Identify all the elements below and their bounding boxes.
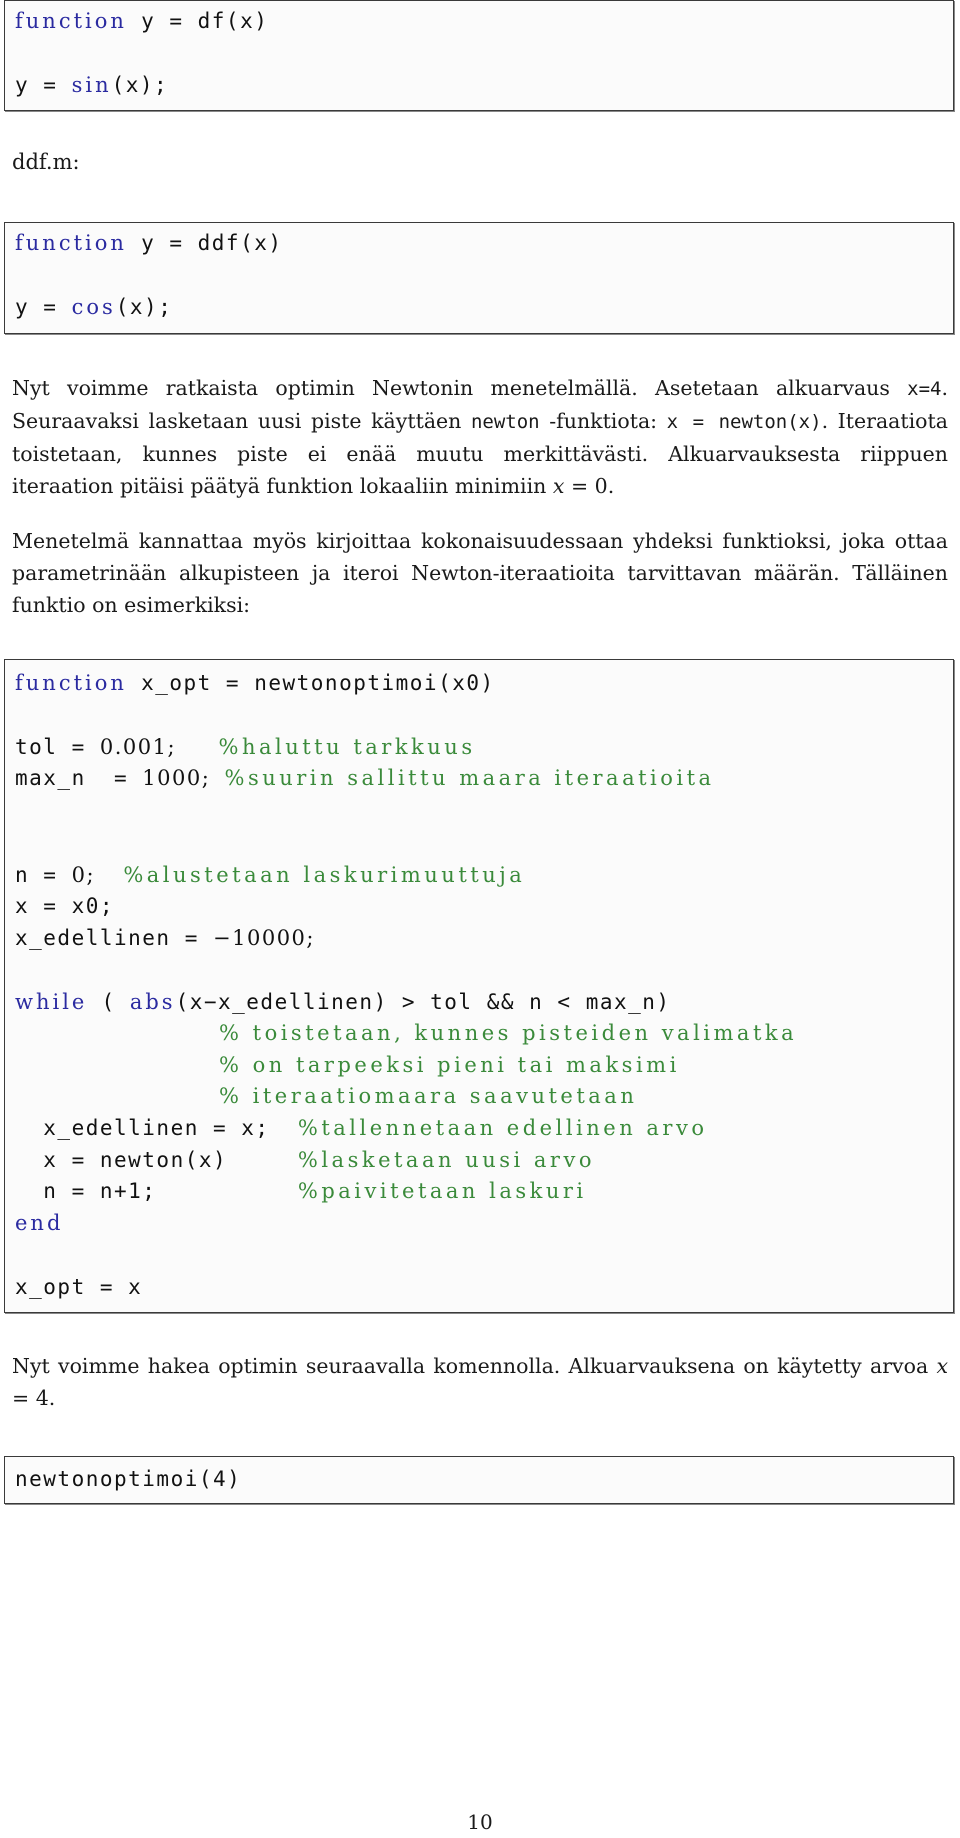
code-text: y = ddf(x): [126, 231, 283, 255]
code-line: y = sin(x);: [15, 73, 168, 97]
comment: %haluttu tarkkuus: [218, 735, 476, 759]
code-line: y = cos(x);: [15, 295, 172, 319]
code-line: newtonoptimoi(4): [15, 1467, 242, 1491]
number: 0;: [71, 863, 96, 887]
code-text: (: [87, 990, 130, 1014]
inline-code: x=4: [907, 378, 942, 400]
keyword: cos: [71, 295, 116, 319]
code-block-ddf: function y = ddf(x) y = cos(x);: [4, 222, 954, 334]
keyword: abs: [129, 990, 176, 1014]
code-line: % on tarpeeksi pieni tai maksimi: [219, 1053, 680, 1077]
number: 0.001;: [99, 735, 177, 759]
comment: %alustetaan laskurimuuttuja: [123, 863, 526, 887]
code-line: % toistetaan, kunnes pisteiden valimatka: [219, 1021, 797, 1045]
keyword: sin: [71, 73, 112, 97]
code-text: (x−x_edellinen) > tol && n < max_n): [175, 990, 671, 1014]
comment: % on tarpeeksi pieni tai maksimi: [219, 1053, 680, 1077]
code-text: (x);: [115, 295, 173, 319]
paragraph-function-intro: Menetelmä kannattaa myös kirjoittaa koko…: [12, 529, 948, 617]
file-label-ddf: ddf.m:: [12, 150, 80, 174]
paragraph-usage: Nyt voimme hakea optimin seuraavalla kom…: [12, 1350, 948, 1414]
comment: % iteraatiomaara saavutetaan: [219, 1084, 638, 1108]
code-line: x_edellinen = x; %tallennetaan edellinen…: [15, 1116, 707, 1140]
keyword: end: [15, 1211, 64, 1235]
code-text: y = df(x): [126, 9, 269, 33]
number: 1000;: [142, 766, 211, 790]
text: = 4.: [12, 1386, 56, 1410]
code-line: while ( abs(x−x_edellinen) > tol && n < …: [15, 990, 671, 1014]
number: −10000;: [213, 926, 315, 950]
keyword: function: [15, 231, 127, 255]
text: Nyt voimme hakea optimin seuraavalla kom…: [12, 1354, 937, 1378]
code-text: x_edellinen =: [15, 926, 214, 950]
comment: %lasketaan uusi arvo: [297, 1148, 595, 1172]
code-text: (x);: [111, 73, 169, 97]
code-block-df: function y = df(x) y = sin(x);: [4, 0, 954, 111]
code-text: tol =: [15, 735, 100, 759]
code-block-call: newtonoptimoi(4): [4, 1456, 954, 1504]
code-text: x_edellinen = x;: [15, 1116, 298, 1140]
code-text: y =: [15, 73, 72, 97]
keyword: function: [15, 9, 127, 33]
comment: %tallennetaan edellinen arvo: [297, 1116, 708, 1140]
code-block-newtonoptimoi: function x_opt = newtonoptimoi(x0) tol =…: [4, 659, 954, 1313]
code-text: x = x0;: [15, 894, 115, 918]
code-line: n = n+1; %paivitetaan laskuri: [15, 1179, 587, 1203]
code-line: end: [15, 1211, 63, 1235]
math-variable: x: [936, 1354, 948, 1378]
code-line: x_opt = x: [15, 1275, 142, 1299]
inline-code: x = newton(x): [666, 411, 822, 433]
code-line: function y = df(x): [15, 9, 268, 33]
code-line: x_edellinen = −10000;: [15, 926, 315, 950]
code-line: x = x0;: [15, 894, 114, 918]
math-variable: x: [552, 474, 565, 498]
code-line: function y = ddf(x): [15, 231, 283, 255]
code-text: y =: [15, 295, 72, 319]
text: = 0.: [564, 474, 615, 498]
code-text: x = newton(x): [15, 1148, 298, 1172]
code-line: tol = 0.001; %haluttu tarkkuus: [15, 735, 476, 759]
keyword: function: [15, 671, 127, 695]
code-text: max_n =: [15, 766, 143, 790]
code-text: n = n+1;: [15, 1179, 298, 1203]
code-line: n = 0; %alustetaan laskurimuuttuja: [15, 863, 525, 887]
code-text: n =: [15, 863, 72, 887]
keyword: while: [15, 990, 88, 1014]
paragraph-newton-method: Nyt voimme ratkaista optimin Newtonin me…: [12, 372, 948, 502]
page-number: 10: [467, 1810, 493, 1834]
comment: % toistetaan, kunnes pisteiden valimatka: [219, 1021, 798, 1045]
text: Nyt voimme ratkaista optimin Newtonin me…: [12, 376, 908, 400]
code-line: x = newton(x) %lasketaan uusi arvo: [15, 1148, 595, 1172]
code-line: max_n = 1000; %suurin sallittu maara ite…: [15, 766, 715, 790]
code-line: function x_opt = newtonoptimoi(x0): [15, 671, 495, 695]
text: -funktiota:: [539, 409, 667, 433]
inline-code: newton: [470, 411, 540, 433]
comment: %suurin sallittu maara iteraatioita: [224, 766, 715, 790]
code-text: x_opt = newtonoptimoi(x0): [126, 671, 495, 695]
comment: %paivitetaan laskuri: [297, 1179, 587, 1203]
code-line: % iteraatiomaara saavutetaan: [219, 1084, 637, 1108]
code-text: x_opt = x: [15, 1275, 143, 1299]
